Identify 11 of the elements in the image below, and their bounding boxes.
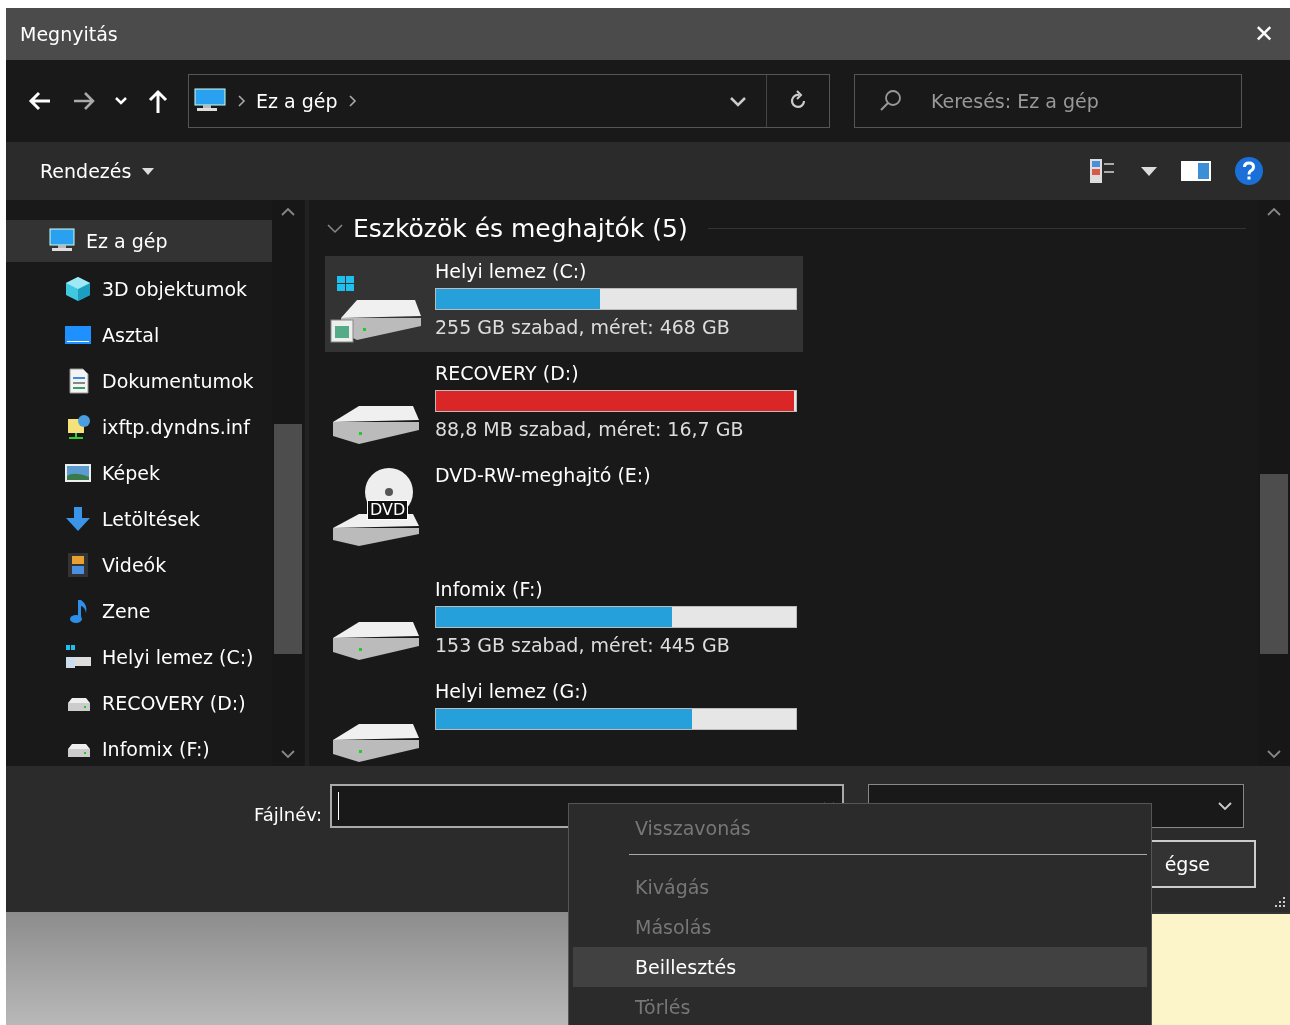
drive-name: Helyi lemez (G:) xyxy=(435,680,589,702)
drive-name: Helyi lemez (C:) xyxy=(435,260,588,282)
drive-space-text: 255 GB szabad, méret: 468 GB xyxy=(435,316,731,338)
drive-name: RECOVERY (D:) xyxy=(435,362,580,384)
filename-label: Fájlnév: xyxy=(254,804,322,825)
dvd-label: DVD xyxy=(367,500,409,520)
drive-name: DVD-RW-meghajtó (E:) xyxy=(435,464,651,486)
window-title: Megnyitás xyxy=(20,23,118,45)
drive-name: Infomix (F:) xyxy=(435,578,544,600)
drive-space-text: 88,8 MB szabad, méret: 16,7 GB xyxy=(435,418,745,440)
drive-space-text: 153 GB szabad, méret: 445 GB xyxy=(435,634,731,656)
